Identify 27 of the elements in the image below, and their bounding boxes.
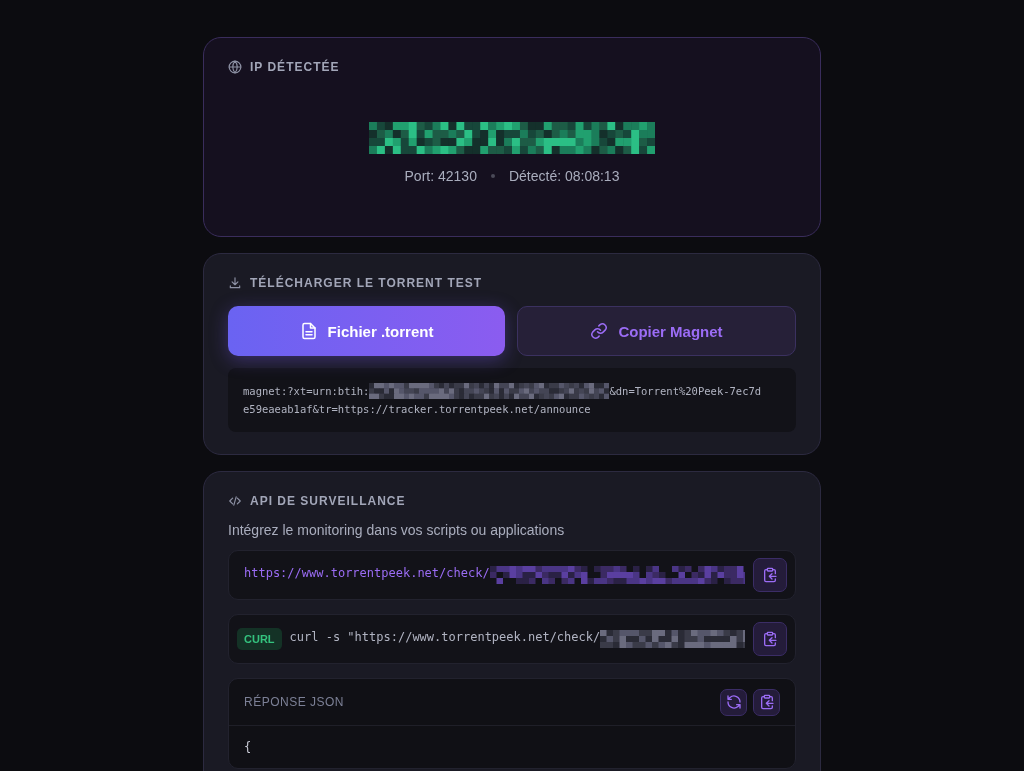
refresh-icon xyxy=(725,694,742,710)
copy-button[interactable]: Copier Magnet xyxy=(517,306,796,356)
refresh-button[interactable] xyxy=(720,688,747,716)
file-icon xyxy=(299,322,318,340)
card-title: API DE SURVEILLANCE xyxy=(250,494,406,508)
port-label: Port: 42130 xyxy=(404,168,477,184)
code-line: { xyxy=(244,740,253,754)
copy-button[interactable] xyxy=(753,622,787,656)
download-button[interactable]: Fichier .torrent xyxy=(228,306,505,356)
copy-button[interactable] xyxy=(753,558,787,592)
clipboard-icon xyxy=(758,694,775,710)
copy-button[interactable] xyxy=(753,688,780,716)
card-title: TÉLÉCHARGER LE TORRENT TEST xyxy=(250,276,483,290)
description: Intégrez le monitoring dans vos scripts ou applications xyxy=(228,522,566,538)
curl-text: curl -s "https://www.torrentpeek.net/check/ xyxy=(289,630,601,646)
globe-icon xyxy=(228,60,242,74)
link-icon xyxy=(590,322,609,340)
curl-badge: CURL xyxy=(237,628,282,650)
code-icon xyxy=(228,494,242,508)
detected-time: Détecté: 08:08:13 xyxy=(508,168,620,184)
panel-title: RÉPONSE JSON xyxy=(244,695,345,709)
separator-dot xyxy=(490,174,495,178)
clipboard-icon xyxy=(762,631,778,647)
download-icon xyxy=(228,276,242,290)
url-text: https://www.torrentpeek.net/check/ xyxy=(244,566,490,582)
clipboard-icon xyxy=(762,567,778,583)
card-title: IP DÉTECTÉE xyxy=(250,60,340,74)
